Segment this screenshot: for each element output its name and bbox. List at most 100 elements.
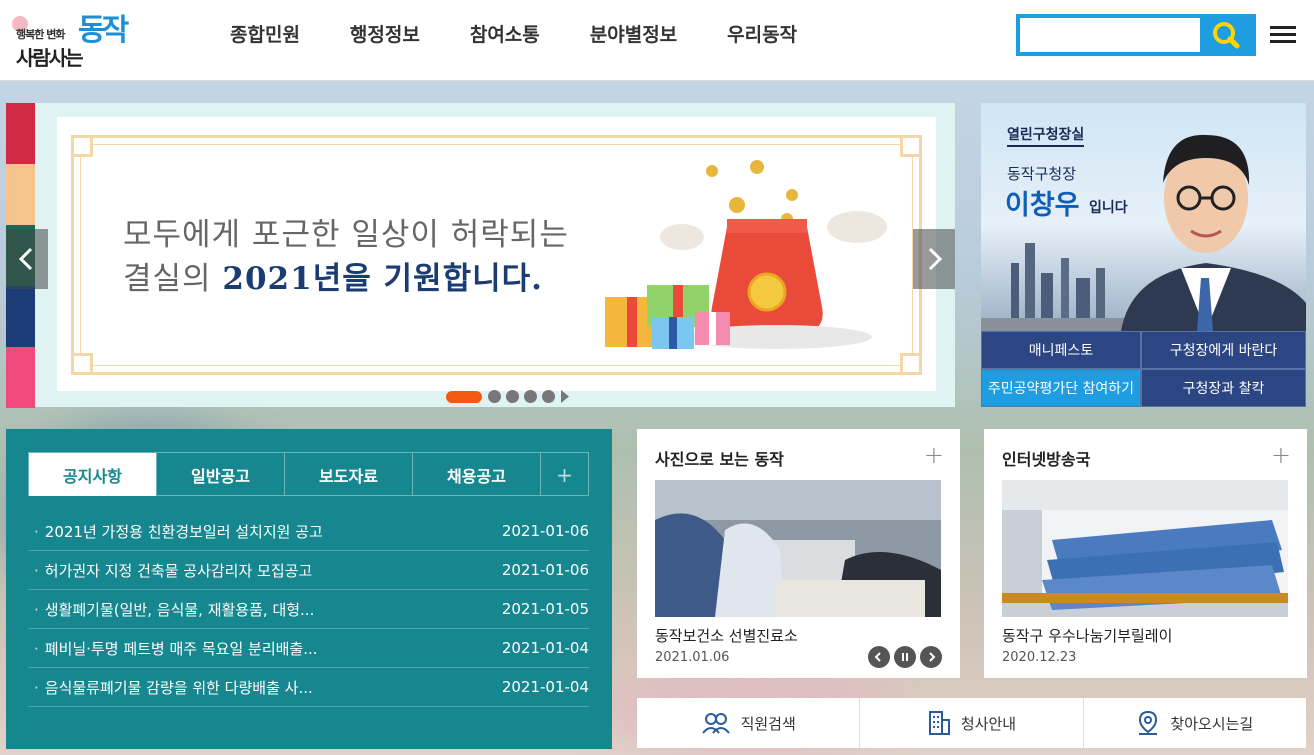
stripe xyxy=(6,347,35,408)
play-icon[interactable] xyxy=(560,390,570,403)
logo-slogan: 행복한 변화 xyxy=(16,28,65,41)
list-item[interactable]: 음식물류폐기물 감량을 위한 다량배출 사... 2021-01-04 xyxy=(28,668,589,707)
mayor-name: 이창우 xyxy=(1005,190,1080,221)
notice-date: 2021-01-04 xyxy=(501,639,589,657)
mayor-panel: 열린구청장실 동작구청장 이창우 입니다 매니페스토 구청장에게 바란다 주민공… xyxy=(981,103,1306,407)
notice-title[interactable]: 2021년 가정용 친환경보일러 설치지원 공고 xyxy=(34,521,323,542)
slide-dot[interactable] xyxy=(506,390,519,403)
quick-links-bar: 직원검색 청사안내 찾아오시는길 xyxy=(637,698,1306,748)
main-visual-banner: 모두에게 포근한 일상이 허락되는 결실의 2021년을 기원합니다. xyxy=(6,103,955,408)
chevron-left-icon xyxy=(18,247,33,271)
search-box xyxy=(1016,14,1256,56)
slide-dot-active[interactable] xyxy=(446,390,482,403)
quick-link-label: 찾아오시는길 xyxy=(1170,714,1254,733)
quick-link-building-guide[interactable]: 청사안내 xyxy=(860,698,1084,748)
slide-line-2-highlight: 2021년을 기원합니다. xyxy=(222,261,543,297)
slide-pagination xyxy=(446,390,570,403)
list-item[interactable]: 허가권자 지정 건축물 공사감리자 모집공고 2021-01-06 xyxy=(28,551,589,590)
tab-notice[interactable]: 공지사항 xyxy=(28,452,156,496)
next-slide-button[interactable] xyxy=(913,229,955,289)
slide-line-1: 모두에게 포근한 일상이 허락되는 xyxy=(123,217,569,253)
broadcast-caption[interactable]: 동작구 우수나눔기부릴레이 xyxy=(1002,625,1172,646)
broadcast-date: 2020.12.23 xyxy=(1002,650,1077,665)
prev-slide-button[interactable] xyxy=(6,229,48,289)
rice-bags-photo xyxy=(1002,480,1288,617)
mayor-link-manifesto[interactable]: 매니페스토 xyxy=(981,331,1141,369)
mayor-portrait xyxy=(1121,134,1306,331)
photo-more-button[interactable]: + xyxy=(924,441,944,469)
tab-general-announcement[interactable]: 일반공고 xyxy=(156,452,284,496)
mayor-name-suffix: 입니다 xyxy=(1089,200,1128,216)
photo-pause-button[interactable] xyxy=(894,646,916,668)
photo-gallery-card: 사진으로 보는 동작 + 동작보건소 선별진료소 2021.01.06 xyxy=(637,429,960,678)
notice-tabs: 공지사항 일반공고 보도자료 채용공고 + xyxy=(28,452,589,496)
slide-dot[interactable] xyxy=(488,390,501,403)
slide-line-2-prefix: 결실의 xyxy=(123,261,223,297)
photo-next-button[interactable] xyxy=(920,646,942,668)
quick-link-label: 직원검색 xyxy=(740,714,796,733)
main-nav: 종합민원 행정정보 참여소통 분야별정보 우리동작 xyxy=(205,0,822,70)
slide-headline: 모두에게 포근한 일상이 허락되는 결실의 2021년을 기원합니다. xyxy=(123,213,569,301)
testing-center-photo xyxy=(655,480,941,617)
slide-line-2: 결실의 2021년을 기원합니다. xyxy=(123,257,569,301)
map-pin-icon xyxy=(1139,710,1158,735)
broadcast-card-title: 인터넷방송국 xyxy=(1002,450,1091,469)
people-icon xyxy=(701,713,730,734)
nav-item-participation[interactable]: 참여소통 xyxy=(445,0,565,70)
notice-date: 2021-01-05 xyxy=(501,600,589,618)
more-notices-button[interactable]: + xyxy=(540,452,589,496)
internet-broadcast-card: 인터넷방송국 + 동작구 우수나눔기부릴레이 2020.12.23 xyxy=(984,429,1307,678)
mayor-link-photo[interactable]: 구청장과 찰칵 xyxy=(1141,369,1306,407)
quick-link-label: 청사안내 xyxy=(960,714,1017,733)
photo-caption[interactable]: 동작보건소 선별진료소 xyxy=(655,625,798,646)
nav-item-field[interactable]: 분야별정보 xyxy=(565,0,702,70)
notice-title[interactable]: 생활폐기물(일반, 음식물, 재활용품, 대형... xyxy=(34,599,315,620)
mayor-link-evaluation-group[interactable]: 주민공약평가단 참여하기 xyxy=(981,369,1141,407)
notice-title[interactable]: 허가권자 지정 건축물 공사감리자 모집공고 xyxy=(34,560,312,581)
notice-title[interactable]: 폐비닐·투명 페트병 매주 목요일 분리배출... xyxy=(34,638,318,659)
slide-dot[interactable] xyxy=(542,390,555,403)
photo-thumbnail[interactable] xyxy=(655,480,941,617)
list-item[interactable]: 생활폐기물(일반, 음식물, 재활용품, 대형... 2021-01-05 xyxy=(28,590,589,629)
logo-text: 사람사는 xyxy=(16,46,84,70)
photo-prev-button[interactable] xyxy=(868,646,890,668)
nav-item-civil[interactable]: 종합민원 xyxy=(205,0,325,70)
quick-link-directions[interactable]: 찾아오시는길 xyxy=(1084,698,1306,748)
banner-slide[interactable]: 모두에게 포근한 일상이 허락되는 결실의 2021년을 기원합니다. xyxy=(57,117,936,403)
nav-item-admin[interactable]: 행정정보 xyxy=(325,0,445,70)
hamburger-menu-icon[interactable] xyxy=(1270,26,1296,48)
stripe xyxy=(6,164,35,225)
mayor-office-label[interactable]: 열린구청장실 xyxy=(1007,124,1085,147)
stripe xyxy=(6,103,35,164)
pause-icon xyxy=(902,653,908,661)
list-item[interactable]: 2021년 가정용 친환경보일러 설치지원 공고 2021-01-06 xyxy=(28,512,589,551)
chevron-left-icon xyxy=(874,652,881,662)
tab-recruitment[interactable]: 채용공고 xyxy=(412,452,540,496)
notice-date: 2021-01-04 xyxy=(501,678,589,696)
slide-dot[interactable] xyxy=(524,390,537,403)
mayor-link-request[interactable]: 구청장에게 바란다 xyxy=(1141,331,1306,369)
list-item[interactable]: 폐비닐·투명 페트병 매주 목요일 분리배출... 2021-01-04 xyxy=(28,629,589,668)
search-button[interactable] xyxy=(1200,18,1252,52)
chevron-right-icon xyxy=(929,652,936,662)
notice-title[interactable]: 음식물류폐기물 감량을 위한 다량배출 사... xyxy=(34,677,313,698)
site-header: 행복한 변화 사람사는 동작 종합민원 행정정보 참여소통 분야별정보 우리동작 xyxy=(0,0,1314,81)
logo-brand: 동작 xyxy=(78,13,129,48)
photo-date: 2021.01.06 xyxy=(655,650,730,665)
tab-press-release[interactable]: 보도자료 xyxy=(284,452,412,496)
notice-board: 공지사항 일반공고 보도자료 채용공고 + 2021년 가정용 친환경보일러 설… xyxy=(6,429,612,749)
photo-card-title: 사진으로 보는 동작 xyxy=(655,450,784,469)
notice-list: 2021년 가정용 친환경보일러 설치지원 공고 2021-01-06 허가권자 … xyxy=(28,512,589,707)
notice-date: 2021-01-06 xyxy=(501,561,589,579)
broadcast-thumbnail[interactable] xyxy=(1002,480,1288,617)
chevron-right-icon xyxy=(928,247,943,271)
mayor-role: 동작구청장 xyxy=(1007,165,1077,183)
stripe xyxy=(6,286,35,347)
broadcast-more-button[interactable]: + xyxy=(1271,441,1291,469)
nav-item-dongjak[interactable]: 우리동작 xyxy=(702,0,822,70)
gift-illustration xyxy=(605,160,887,349)
quick-link-staff-search[interactable]: 직원검색 xyxy=(637,698,861,748)
search-input[interactable] xyxy=(1024,21,1202,49)
logo[interactable]: 행복한 변화 사람사는 동작 xyxy=(12,13,130,70)
notice-date: 2021-01-06 xyxy=(501,522,589,540)
